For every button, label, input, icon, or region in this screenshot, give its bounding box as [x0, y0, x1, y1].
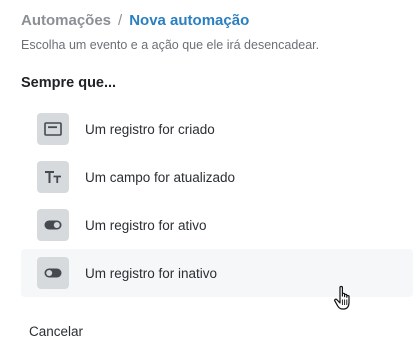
event-option-label: Um campo for atualizado — [85, 169, 236, 185]
event-option-record-active[interactable]: Um registro for ativo — [21, 201, 413, 249]
event-option-label: Um registro for criado — [85, 121, 215, 137]
section-title: Sempre que... — [21, 75, 117, 91]
page-subtitle: Escolha um evento e a ação que ele irá d… — [21, 38, 320, 52]
text-field-icon — [37, 161, 69, 193]
event-list: Um registro for criado Um campo for atua… — [21, 105, 413, 297]
toggle-off-icon — [37, 257, 69, 289]
toggle-on-icon — [37, 209, 69, 241]
breadcrumb-current-page: Nova automação — [129, 12, 250, 29]
event-option-record-created[interactable]: Um registro for criado — [21, 105, 413, 153]
cancel-button[interactable]: Cancelar — [29, 324, 83, 339]
new-automation-panel: Automações / Nova automação Escolha um e… — [0, 0, 420, 360]
event-option-label: Um registro for ativo — [85, 217, 207, 233]
breadcrumb: Automações / Nova automação — [21, 12, 249, 29]
record-icon — [37, 113, 69, 145]
breadcrumb-separator: / — [118, 12, 123, 29]
event-option-field-updated[interactable]: Um campo for atualizado — [21, 153, 413, 201]
hand-pointer-icon — [334, 285, 350, 310]
event-option-label: Um registro for inativo — [85, 265, 218, 281]
breadcrumb-automations-link[interactable]: Automações — [21, 12, 111, 29]
